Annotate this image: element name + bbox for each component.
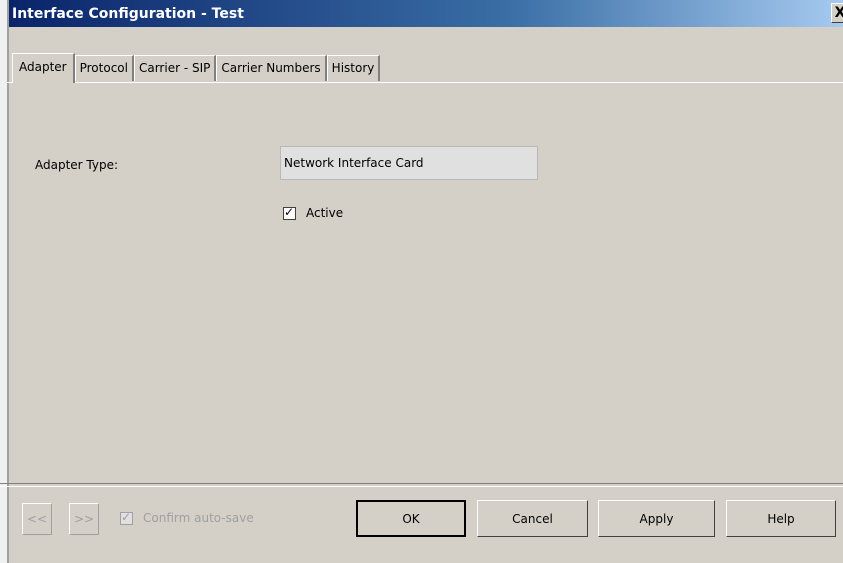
tab-history[interactable]: History [326,55,381,81]
ok-button[interactable]: OK [356,500,466,537]
tab-carrier-numbers[interactable]: Carrier Numbers [216,55,327,81]
help-button[interactable]: Help [726,500,836,537]
active-checkbox[interactable] [283,205,296,220]
adapter-type-label: Adapter Type: [35,158,119,172]
active-label: Active [306,206,344,220]
confirm-autosave-label: Confirm auto-save [143,511,254,525]
cancel-button[interactable]: Cancel [477,500,588,537]
next-button[interactable]: >> [69,503,99,535]
confirm-autosave-row[interactable]: Confirm auto-save [120,510,254,525]
tab-carrier-sip[interactable]: Carrier - SIP [133,55,217,81]
adapter-tab-panel [7,82,843,482]
window-title: Interface Configuration - Test [12,5,244,22]
confirm-autosave-checkbox[interactable] [120,510,133,525]
tab-strip: Adapter Protocol Carrier - SIP Carrier N… [12,52,381,83]
tab-adapter[interactable]: Adapter [12,53,75,83]
active-checkbox-row[interactable]: Active [283,205,344,220]
close-icon[interactable]: X [831,3,843,23]
apply-button[interactable]: Apply [598,500,715,537]
previous-button[interactable]: << [22,503,52,535]
tab-protocol[interactable]: Protocol [74,55,134,81]
title-bar: Interface Configuration - Test X [9,0,843,27]
footer-separator [0,483,843,487]
adapter-type-field: Network Interface Card [280,146,538,180]
